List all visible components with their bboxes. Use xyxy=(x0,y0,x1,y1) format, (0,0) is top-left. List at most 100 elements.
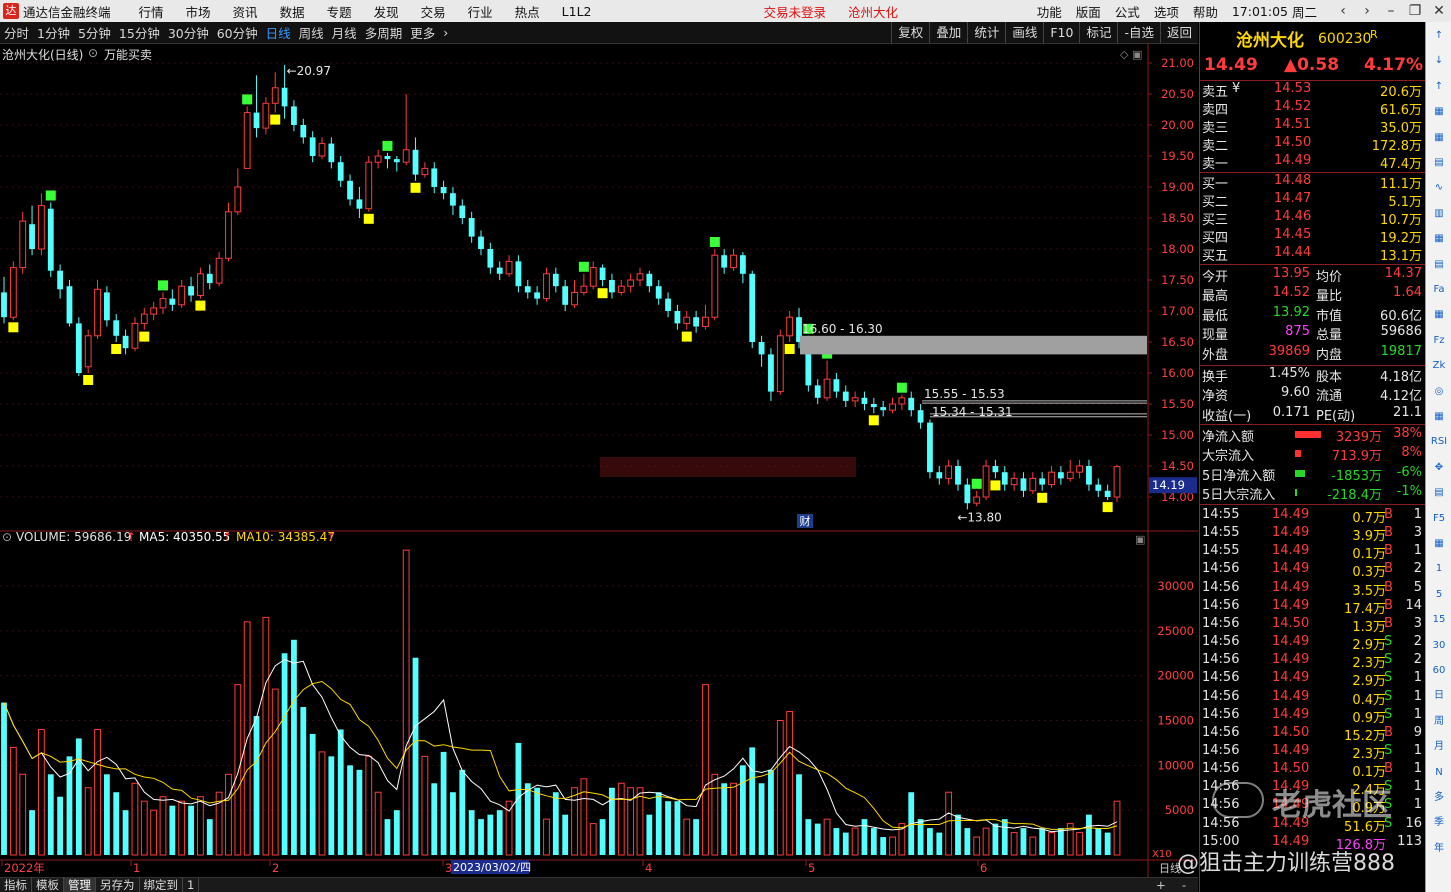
kline-chart-panel[interactable]: 21.00 20.50 20.00 19.50 19.00 18.50 18.00 17.50… xyxy=(0,44,1198,878)
tab-manage[interactable]: 管理 xyxy=(64,877,96,892)
tool-button-32[interactable]: 年 xyxy=(1429,841,1449,857)
tool-button-30[interactable]: 多 xyxy=(1429,790,1449,806)
tool-button-29[interactable]: N xyxy=(1429,765,1449,781)
period-60min[interactable]: 60分钟 xyxy=(213,23,262,42)
volume-tick-label: 15000 xyxy=(1157,714,1194,728)
tool-button-6[interactable]: ∿ xyxy=(1429,180,1449,196)
tab-bind-to[interactable]: 绑定到 xyxy=(140,877,183,892)
tool-stats[interactable]: 统计 xyxy=(967,22,1005,43)
tool-overlay[interactable]: 叠加 xyxy=(929,22,967,43)
tick-side: B xyxy=(1384,561,1393,577)
tab-count[interactable]: 1 xyxy=(183,878,200,892)
tool-watchlist[interactable]: -自选 xyxy=(1117,22,1160,43)
tool-back[interactable]: 返回 xyxy=(1159,22,1198,43)
tool-button-13[interactable]: Zk xyxy=(1429,358,1449,374)
close-icon[interactable]: ✕ xyxy=(1427,3,1451,19)
tick-time: 14:56 xyxy=(1202,579,1240,595)
tool-button-4[interactable]: ▦ xyxy=(1429,130,1449,146)
period-multi[interactable]: 多周期 xyxy=(361,23,407,42)
tool-adjust[interactable]: 复权 xyxy=(891,22,929,43)
tool-button-14[interactable]: ◎ xyxy=(1429,384,1449,400)
plus-icon[interactable]: + xyxy=(1156,878,1166,892)
menu-item-layout[interactable]: 版面 xyxy=(1076,2,1101,21)
period-30min[interactable]: 30分钟 xyxy=(164,23,213,42)
menu-item-help[interactable]: 帮助 xyxy=(1193,2,1218,21)
tool-button-23[interactable]: 15 xyxy=(1429,612,1449,628)
indicator-name[interactable]: 万能买卖 xyxy=(104,46,152,63)
tool-button-25[interactable]: 60 xyxy=(1429,663,1449,679)
menu-item-news[interactable]: 资讯 xyxy=(233,2,258,21)
tool-button-3[interactable]: ▦ xyxy=(1429,104,1449,120)
tick-count: 1 xyxy=(1413,779,1422,795)
minimize-icon[interactable]: – xyxy=(1379,3,1403,19)
menu-item-options[interactable]: 选项 xyxy=(1154,2,1179,21)
login-status[interactable]: 交易未登录 xyxy=(764,2,827,21)
period-5min[interactable]: 5分钟 xyxy=(74,23,115,42)
menu-item-hot[interactable]: 热点 xyxy=(515,2,540,21)
kline-chart-svg[interactable]: 21.00 20.50 20.00 19.50 19.00 18.50 18.00 17.50… xyxy=(0,44,1198,878)
volume-bar xyxy=(534,787,541,855)
tab-save-as[interactable]: 另存为 xyxy=(96,877,140,892)
sell-signal-marker xyxy=(8,322,19,333)
tool-button-22[interactable]: 5 xyxy=(1429,587,1449,603)
tool-draw[interactable]: 画线 xyxy=(1005,22,1043,43)
menu-item-industry[interactable]: 行业 xyxy=(468,2,493,21)
tool-button-28[interactable]: 月 xyxy=(1429,739,1449,755)
indicator-icon[interactable]: ⊙ xyxy=(88,46,98,60)
tool-button-15[interactable]: ▦ xyxy=(1429,409,1449,425)
tool-button-10[interactable]: Fa xyxy=(1429,282,1449,298)
menu-item-trade[interactable]: 交易 xyxy=(421,2,446,21)
ma5-label: MA5: 40350.55 xyxy=(139,530,231,544)
tool-button-1[interactable]: ↓ xyxy=(1429,53,1449,69)
tool-button-16[interactable]: RSI xyxy=(1429,434,1449,450)
period-intraday[interactable]: 分时 xyxy=(0,23,33,42)
tool-button-5[interactable]: ▤ xyxy=(1429,155,1449,171)
tool-button-19[interactable]: F5 xyxy=(1429,511,1449,527)
volume-bar xyxy=(562,814,569,855)
forward-arrow-icon[interactable]: › xyxy=(1355,3,1379,19)
period-weekly[interactable]: 周线 xyxy=(295,23,328,42)
tool-button-12[interactable]: Fz xyxy=(1429,333,1449,349)
menu-item-data[interactable]: 数据 xyxy=(280,2,305,21)
chevron-right-icon[interactable]: › xyxy=(439,25,452,40)
candle-body xyxy=(337,162,344,181)
tool-button-24[interactable]: 30 xyxy=(1429,638,1449,654)
period-15min[interactable]: 15分钟 xyxy=(115,23,164,42)
tool-button-0[interactable]: ↑ xyxy=(1429,28,1449,44)
menu-item-function[interactable]: 功能 xyxy=(1037,2,1062,21)
menu-item-quotes[interactable]: 行情 xyxy=(139,2,164,21)
app-logo-icon: 达 xyxy=(3,3,19,19)
tool-button-7[interactable]: ▥ xyxy=(1429,206,1449,222)
tool-button-31[interactable]: 季 xyxy=(1429,815,1449,831)
tool-button-11[interactable]: ▦ xyxy=(1429,307,1449,323)
tool-button-9[interactable]: ▤ xyxy=(1429,257,1449,273)
menu-item-formula[interactable]: 公式 xyxy=(1115,2,1140,21)
candle-body xyxy=(936,472,943,479)
period-monthly[interactable]: 月线 xyxy=(328,23,361,42)
tool-button-20[interactable]: ▦ xyxy=(1429,536,1449,552)
tool-button-2[interactable]: ↑ xyxy=(1429,79,1449,95)
tool-button-21[interactable]: 1 xyxy=(1429,561,1449,577)
period-1min[interactable]: 1分钟 xyxy=(33,23,74,42)
tool-button-26[interactable]: 日 xyxy=(1429,688,1449,704)
period-daily[interactable]: 日线 xyxy=(262,23,295,42)
tick-price: 14.49 xyxy=(1272,742,1310,758)
menu-item-topics[interactable]: 专题 xyxy=(327,2,352,21)
volume-collapse-icon[interactable]: ⊙ xyxy=(2,530,12,544)
menu-item-l1l2[interactable]: L1L2 xyxy=(562,4,592,19)
tool-f10[interactable]: F10 xyxy=(1043,22,1079,43)
tab-template[interactable]: 模板 xyxy=(32,877,64,892)
tool-button-18[interactable]: ▤ xyxy=(1429,485,1449,501)
tool-button-8[interactable]: ▦ xyxy=(1429,231,1449,247)
tool-button-17[interactable]: ✥ xyxy=(1429,460,1449,476)
tab-indicator[interactable]: 指标 xyxy=(0,877,32,892)
back-arrow-icon[interactable]: ‹ xyxy=(1331,3,1355,19)
menu-item-market[interactable]: 市场 xyxy=(186,2,211,21)
minus-icon[interactable]: - xyxy=(1182,878,1186,892)
menu-item-discover[interactable]: 发现 xyxy=(374,2,399,21)
restore-icon[interactable]: ❐ xyxy=(1403,3,1427,19)
tool-button-27[interactable]: 周 xyxy=(1429,714,1449,730)
tool-mark[interactable]: 标记 xyxy=(1079,22,1117,43)
candle-body xyxy=(291,106,297,125)
period-more[interactable]: 更多 xyxy=(406,23,439,42)
